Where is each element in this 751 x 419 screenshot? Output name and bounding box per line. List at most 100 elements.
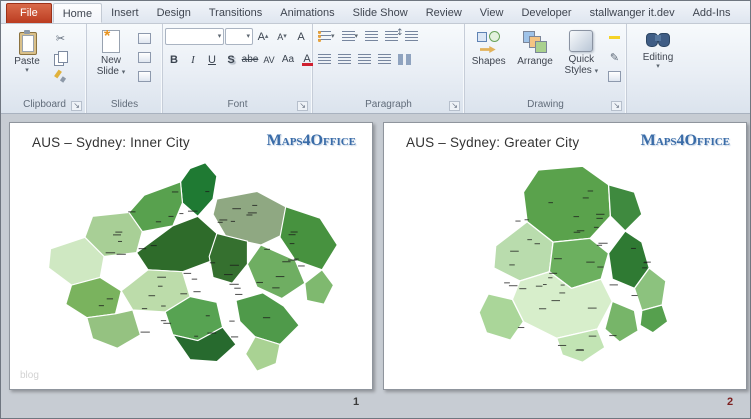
shapes-button[interactable]: Shapes [467,26,510,98]
map-regions [48,162,338,372]
editing-group-label [629,98,687,113]
tab-insert[interactable]: Insert [102,3,148,23]
section-button[interactable] [135,67,154,85]
scissors-icon: ✂ [55,31,66,45]
blog-watermark: blog [20,370,39,381]
quick-styles-button[interactable]: Quick Styles ▾ [560,26,603,98]
pencil-icon: ✎ [609,50,620,64]
chevron-down-icon: ▾ [246,32,250,40]
chevron-down-icon: ▾ [656,62,660,70]
font-group: ▾ ▾ A ▴ A ▾ A B I U S abe AV Aa A Font ↘ [163,24,313,113]
paragraph-group-label-text: Paragraph [365,99,412,110]
tab-slide-show[interactable]: Slide Show [344,3,417,23]
drawing-dialog-launcher[interactable]: ↘ [611,101,622,111]
slide-thumbnail-2[interactable]: AUS – Sydney: Greater City Maps4Office [383,122,747,390]
shrink-font-button[interactable]: A ▾ [273,28,291,46]
section-icon [138,70,151,82]
new-slide-button[interactable]: New Slide ▾ [89,26,133,98]
chevron-down-icon: ▾ [25,66,29,74]
grow-font-button[interactable]: A ▴ [254,28,272,46]
italic-button[interactable]: I [184,51,202,69]
quick-styles-label: Quick Styles ▾ [564,54,599,76]
file-tab[interactable]: File [6,3,52,23]
font-group-label: Font ↘ [165,98,310,113]
tab-add-ins[interactable]: Add-Ins [684,3,740,23]
bullets-button[interactable]: ▾ [315,28,338,46]
slide-title: AUS – Sydney: Inner City [32,135,190,150]
ribbon: Paste ▾ ✂ Clipboard ↘ New [1,24,750,114]
columns-icon [398,54,411,65]
align-center-button[interactable] [335,51,354,69]
format-painter-icon [54,70,67,83]
paste-icon [17,30,37,55]
new-slide-label: New Slide ▾ [96,55,126,77]
shape-effects-icon [608,70,621,82]
editing-group: Editing ▾ [627,24,689,113]
shape-outline-button[interactable]: ✎ [605,48,624,66]
bold-button[interactable]: B [165,51,183,69]
strikethrough-button[interactable]: abe [241,51,259,69]
character-spacing-button[interactable]: AV [260,51,278,69]
decrease-indent-button[interactable] [362,28,381,46]
paragraph-group-label: Paragraph ↘ [315,98,462,113]
powerpoint-window: File Home Insert Design Transitions Animatio… [0,0,751,419]
tab-animations[interactable]: Animations [271,3,343,23]
line-spacing-button[interactable]: ↕ [396,28,421,46]
font-dialog-launcher[interactable]: ↘ [297,101,308,111]
cut-button[interactable]: ✂ [51,29,70,47]
grow-arrow-icon: ▴ [264,32,269,40]
arrange-icon [522,30,548,54]
slide-thumbnail-1[interactable]: AUS – Sydney: Inner City Maps4Office blo… [9,122,373,390]
font-name-combo[interactable]: ▾ [165,28,225,45]
editing-button[interactable]: Editing ▾ [631,26,685,98]
chevron-down-icon: ▾ [121,68,126,76]
paste-button[interactable]: Paste ▾ [5,26,49,98]
reset-button[interactable] [135,48,154,66]
reset-icon [138,51,151,63]
new-slide-icon [102,28,120,53]
slide-number-2: 2 [727,396,734,408]
copy-button[interactable] [51,48,70,66]
slides-group: New Slide ▾ Slides [87,24,163,113]
text-shadow-button[interactable]: S [222,51,240,69]
clear-formatting-button[interactable]: A [292,28,310,46]
tab-transitions[interactable]: Transitions [200,3,271,23]
tab-stallwanger-it-dev[interactable]: stallwanger it.dev [581,3,684,23]
tab-developer[interactable]: Developer [512,3,580,23]
updown-arrow-icon: ↕ [396,27,404,38]
justify-button[interactable] [375,51,394,69]
slide-sorter-area: AUS – Sydney: Inner City Maps4Office blo… [1,114,750,418]
tab-home[interactable]: Home [52,3,103,23]
tab-design[interactable]: Design [148,3,200,23]
slides-group-label-text: Slides [110,99,139,110]
slide-title: AUS – Sydney: Greater City [406,135,580,150]
paragraph-group: ▾ ▾ ↕ Paragraph ↘ [313,24,465,113]
layout-button[interactable] [135,29,154,47]
clipboard-dialog-launcher[interactable]: ↘ [71,101,82,111]
font-color-swatch [301,62,313,66]
format-painter-button[interactable] [51,67,70,85]
font-size-combo[interactable]: ▾ [225,28,253,45]
columns-button[interactable] [395,51,414,69]
font-group-label-text: Font [227,99,248,110]
slides-group-label: Slides [89,98,160,113]
shape-fill-button[interactable] [605,29,624,47]
bullets-icon [318,31,331,42]
chevron-down-icon: ▾ [354,32,359,40]
clipboard-group-label: Clipboard ↘ [5,98,84,113]
underline-button[interactable]: U [203,51,221,69]
decrease-indent-icon [365,31,379,42]
tab-strip: Home Insert Design Transitions Animations Sli… [52,3,740,23]
numbering-button[interactable]: ▾ [339,28,362,46]
align-right-button[interactable] [355,51,374,69]
change-case-button[interactable]: Aa [279,51,297,69]
maps4office-logo: Maps4Office [266,132,356,149]
align-left-button[interactable] [315,51,334,69]
shapes-label: Shapes [471,56,506,67]
align-left-icon [318,54,331,65]
tab-view[interactable]: View [471,3,513,23]
tab-review[interactable]: Review [417,3,471,23]
paragraph-dialog-launcher[interactable]: ↘ [449,101,460,111]
arrange-button[interactable]: Arrange [512,26,557,98]
shape-effects-button[interactable] [605,67,624,85]
